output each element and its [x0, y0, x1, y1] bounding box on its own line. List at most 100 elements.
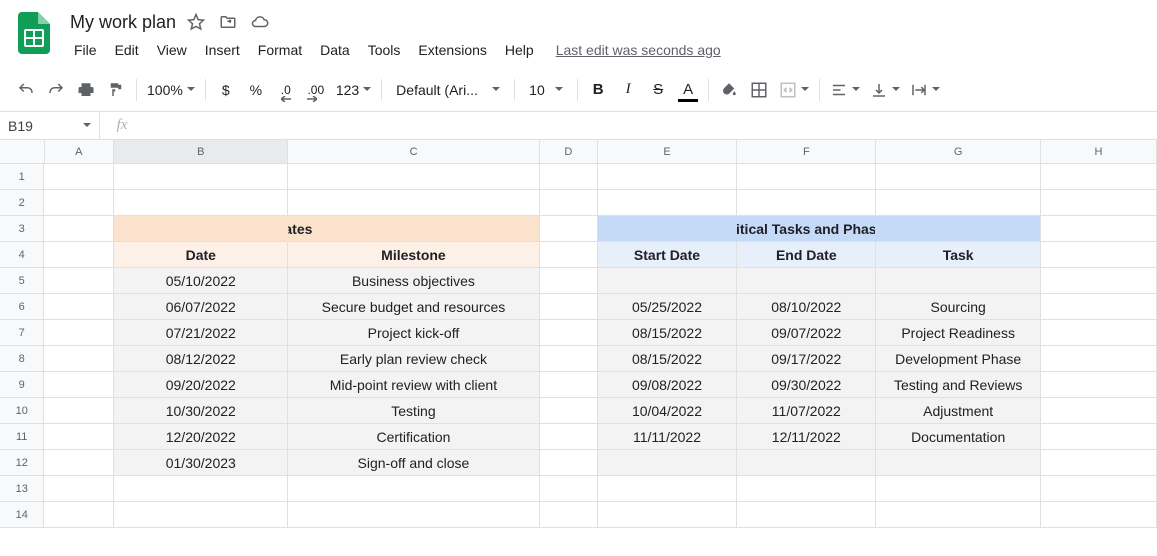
cell[interactable]	[1041, 346, 1157, 372]
format-currency-button[interactable]: $	[212, 76, 240, 104]
formula-input[interactable]	[144, 112, 1157, 139]
cell[interactable]: 11/11/2022	[598, 424, 737, 450]
col-header-F[interactable]: F	[737, 140, 876, 163]
cell[interactable]	[114, 476, 288, 502]
col-start-header[interactable]: Start Date	[598, 242, 737, 268]
cell[interactable]	[288, 502, 539, 528]
section1-title[interactable]: Important Project Dates	[288, 216, 539, 242]
cell[interactable]: 07/21/2022	[114, 320, 288, 346]
col-task-header[interactable]: Task	[876, 242, 1040, 268]
text-color-button[interactable]: A	[674, 76, 702, 104]
cell[interactable]: 12/20/2022	[114, 424, 288, 450]
cell[interactable]	[598, 502, 737, 528]
row-header[interactable]: 4	[0, 242, 44, 268]
cell[interactable]	[44, 346, 114, 372]
col-header-B[interactable]: B	[114, 140, 288, 163]
menu-tools[interactable]: Tools	[360, 38, 409, 62]
row-header[interactable]: 6	[0, 294, 44, 320]
borders-button[interactable]	[745, 76, 773, 104]
cell[interactable]	[1041, 190, 1157, 216]
cell[interactable]: 10/04/2022	[598, 398, 737, 424]
cell[interactable]: Documentation	[876, 424, 1040, 450]
col-header-A[interactable]: A	[45, 140, 115, 163]
col-date-header[interactable]: Date	[114, 242, 288, 268]
cell[interactable]	[737, 476, 876, 502]
cell[interactable]	[44, 164, 114, 190]
cell[interactable]	[44, 294, 114, 320]
cell[interactable]	[737, 190, 876, 216]
row-header[interactable]: 12	[0, 450, 44, 476]
cell[interactable]	[876, 190, 1040, 216]
cell[interactable]	[540, 294, 598, 320]
text-wrap-dropdown[interactable]	[906, 76, 944, 104]
cell[interactable]	[876, 450, 1040, 476]
row-header[interactable]: 13	[0, 476, 44, 502]
row-header[interactable]: 11	[0, 424, 44, 450]
cell[interactable]	[1041, 268, 1157, 294]
cell[interactable]: Sourcing	[876, 294, 1040, 320]
cell[interactable]	[44, 268, 114, 294]
col-header-E[interactable]: E	[598, 140, 737, 163]
cell[interactable]: 08/15/2022	[598, 320, 737, 346]
row-header[interactable]: 10	[0, 398, 44, 424]
italic-button[interactable]: I	[614, 76, 642, 104]
strikethrough-button[interactable]: S	[644, 76, 672, 104]
cell[interactable]: 08/10/2022	[737, 294, 876, 320]
cloud-status-icon[interactable]	[248, 10, 272, 34]
menu-format[interactable]: Format	[250, 38, 310, 62]
cell[interactable]	[540, 502, 598, 528]
cell[interactable]	[540, 346, 598, 372]
cell[interactable]: Early plan review check	[288, 346, 539, 372]
row-header[interactable]: 1	[0, 164, 44, 190]
cell[interactable]	[114, 164, 288, 190]
row-header[interactable]: 14	[0, 502, 44, 528]
cell[interactable]	[114, 216, 288, 242]
cell[interactable]	[598, 268, 737, 294]
cell[interactable]	[876, 268, 1040, 294]
cell[interactable]	[1041, 242, 1157, 268]
cell[interactable]: 01/30/2023	[114, 450, 288, 476]
cell[interactable]: Testing and Reviews	[876, 372, 1040, 398]
bold-button[interactable]: B	[584, 76, 612, 104]
print-button[interactable]	[72, 76, 100, 104]
cell[interactable]: 06/07/2022	[114, 294, 288, 320]
row-header[interactable]: 8	[0, 346, 44, 372]
select-all-corner[interactable]	[0, 140, 45, 163]
cell[interactable]	[1041, 424, 1157, 450]
cell[interactable]	[737, 268, 876, 294]
cell[interactable]	[1041, 372, 1157, 398]
cell[interactable]: 09/30/2022	[737, 372, 876, 398]
cell[interactable]: Project kick-off	[288, 320, 539, 346]
cell[interactable]: 09/07/2022	[737, 320, 876, 346]
cell[interactable]	[876, 216, 1040, 242]
cell[interactable]	[114, 190, 288, 216]
cell[interactable]	[737, 164, 876, 190]
col-end-header[interactable]: End Date	[737, 242, 876, 268]
spreadsheet-grid[interactable]: A B C D E F G H 1 2 3Important Project D…	[0, 140, 1157, 528]
decrease-decimal-button[interactable]: .0	[272, 76, 300, 104]
font-family-dropdown[interactable]: Default (Ari...	[388, 76, 508, 104]
cell[interactable]	[1041, 502, 1157, 528]
cell[interactable]	[288, 476, 539, 502]
cell[interactable]	[1041, 476, 1157, 502]
cell[interactable]: 11/07/2022	[737, 398, 876, 424]
cell[interactable]	[44, 424, 114, 450]
cell[interactable]	[114, 502, 288, 528]
cell[interactable]: Development Phase	[876, 346, 1040, 372]
cell[interactable]: Mid-point review with client	[288, 372, 539, 398]
fill-color-button[interactable]	[715, 76, 743, 104]
cell[interactable]: 09/08/2022	[598, 372, 737, 398]
cell[interactable]: 10/30/2022	[114, 398, 288, 424]
menu-insert[interactable]: Insert	[197, 38, 248, 62]
cell[interactable]	[598, 476, 737, 502]
menu-view[interactable]: View	[149, 38, 195, 62]
cell[interactable]	[1041, 216, 1157, 242]
menu-extensions[interactable]: Extensions	[410, 38, 494, 62]
cell[interactable]	[598, 450, 737, 476]
cell[interactable]	[540, 424, 598, 450]
cell[interactable]: 08/15/2022	[598, 346, 737, 372]
menu-data[interactable]: Data	[312, 38, 358, 62]
cell[interactable]	[598, 216, 737, 242]
cell[interactable]	[540, 190, 598, 216]
cell[interactable]	[876, 502, 1040, 528]
